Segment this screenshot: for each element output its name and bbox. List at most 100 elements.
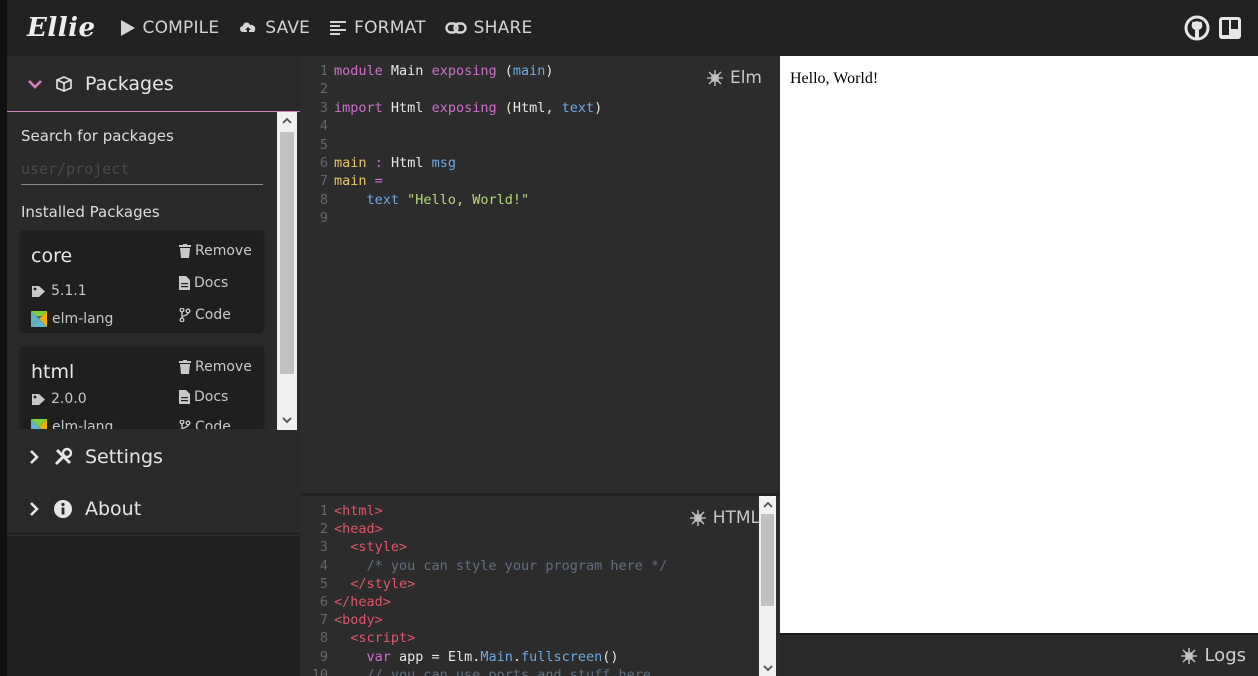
code-line: 2 <head>: [319, 521, 383, 538]
logs-label-text: Logs: [1204, 645, 1246, 666]
settings-section-header[interactable]: Settings: [7, 432, 300, 482]
docs-label: Docs: [194, 389, 229, 405]
docs-link[interactable]: Docs: [179, 275, 228, 291]
package-card-core: core 5.1.1 elm-lang Remove Docs Code: [21, 231, 263, 331]
remove-label: Remove: [195, 359, 252, 375]
code-line: 6 </head>: [319, 593, 391, 610]
scrollbar-thumb[interactable]: [280, 132, 294, 374]
remove-label: Remove: [195, 243, 252, 259]
docs-link[interactable]: Docs: [179, 389, 228, 405]
code-line: 6 main : Html msg: [319, 154, 456, 171]
settings-title: Settings: [85, 446, 163, 468]
package-author-text: elm-lang: [52, 419, 114, 429]
code-line: 4 /* you can style your program here */: [319, 557, 668, 574]
align-left-icon: [330, 21, 347, 35]
top-toolbar: Ellie COMPILE SAVE FORMAT SHARE: [0, 0, 1258, 56]
code-line: 3 import Html exposing (Html, text): [319, 99, 603, 116]
code-label: Code: [195, 419, 231, 429]
header-right-icons: [1184, 0, 1242, 56]
share-label: SHARE: [473, 18, 533, 38]
html-editor-scrollbar[interactable]: [759, 496, 776, 676]
code-branch-icon: [179, 308, 191, 322]
package-author: elm-lang: [31, 311, 113, 327]
ellie-logo[interactable]: Ellie: [27, 13, 96, 43]
packages-title: Packages: [85, 72, 174, 95]
packages-panel: Search for packages Installed Packages c…: [7, 113, 300, 429]
about-section-header[interactable]: About: [7, 484, 300, 534]
code-line: 4: [319, 118, 328, 135]
elm-code-lines: 1 module Main exposing (main) 2 3 import H…: [300, 62, 602, 228]
remove-package-button[interactable]: Remove: [179, 243, 252, 259]
code-line: 5: [319, 136, 328, 153]
elm-code-editor[interactable]: 1 module Main exposing (main) 2 3 import H…: [300, 56, 780, 493]
scrollbar-thumb[interactable]: [761, 514, 774, 606]
scroll-up-arrow-icon[interactable]: [759, 496, 776, 512]
trash-icon: [179, 360, 191, 374]
share-button[interactable]: SHARE: [444, 18, 533, 38]
html-label-text: HTML: [712, 508, 760, 528]
code-line: 5 </style>: [319, 575, 416, 592]
elm-editor-label: Elm: [706, 68, 762, 88]
package-card-html: html 2.0.0 elm-lang Remove Docs Code: [21, 347, 263, 429]
elm-tangram-icon: [706, 70, 723, 86]
chevron-right-icon: [30, 501, 39, 516]
remove-package-button[interactable]: Remove: [179, 359, 252, 375]
package-author-text: elm-lang: [52, 311, 114, 327]
code-line: 2: [319, 81, 328, 98]
tag-icon: [32, 285, 45, 297]
save-button[interactable]: SAVE: [238, 18, 310, 38]
scroll-down-arrow-icon[interactable]: [277, 412, 297, 428]
compile-label: COMPILE: [142, 18, 220, 38]
about-title: About: [85, 497, 142, 520]
scroll-down-arrow-icon[interactable]: [759, 660, 776, 676]
output-text: Hello, World!: [790, 70, 879, 87]
trello-icon[interactable]: [1218, 16, 1242, 40]
packages-section-header[interactable]: Packages: [7, 56, 300, 112]
elm-logo-icon: [31, 311, 47, 327]
tag-icon: [32, 393, 45, 405]
github-icon[interactable]: [1184, 15, 1210, 41]
output-preview[interactable]: Hello, World!: [780, 56, 1258, 633]
code-link[interactable]: Code: [179, 419, 231, 429]
code-label: Code: [195, 307, 231, 323]
package-icon: [56, 75, 72, 92]
tools-icon: [54, 447, 73, 466]
elm-label-text: Elm: [729, 68, 762, 88]
code-line: 7 <body>: [319, 612, 383, 629]
chevron-down-icon: [28, 79, 42, 89]
play-icon: [120, 20, 135, 36]
document-icon: [179, 276, 190, 290]
html-editor-label: HTML: [689, 508, 760, 528]
code-line: 9: [319, 210, 328, 227]
cloud-upload-icon: [240, 22, 256, 35]
info-icon: [54, 499, 72, 518]
chevron-right-icon: [30, 450, 39, 464]
installed-packages-label: Installed Packages: [21, 203, 160, 221]
sidebar-empty-area: [0, 536, 300, 676]
logs-button[interactable]: Logs: [1180, 645, 1246, 666]
code-line: 10 // you can use ports and stuff here: [311, 666, 651, 676]
package-name: core: [31, 245, 73, 267]
code-link[interactable]: Code: [179, 307, 231, 323]
trash-icon: [179, 244, 191, 258]
elm-tangram-icon: [1181, 647, 1198, 664]
logs-bar: Logs: [780, 633, 1258, 676]
compile-button[interactable]: COMPILE: [120, 18, 220, 38]
format-button[interactable]: FORMAT: [329, 18, 426, 38]
search-label: Search for packages: [21, 127, 174, 145]
packages-scrollbar[interactable]: [277, 112, 297, 430]
code-line: 8 text "Hello, World!": [319, 191, 530, 208]
scroll-up-arrow-icon[interactable]: [277, 112, 297, 128]
save-label: SAVE: [265, 18, 311, 38]
package-author: elm-lang: [31, 419, 113, 429]
package-name: html: [31, 361, 75, 383]
code-branch-icon: [179, 420, 191, 429]
html-code-editor[interactable]: 1 <html> 2 <head> 3 <style> 4 /* you can s…: [300, 493, 780, 676]
package-version-text: 5.1.1: [51, 283, 87, 299]
docs-label: Docs: [194, 275, 229, 291]
link-icon: [444, 22, 467, 34]
code-line: 3 <style>: [319, 539, 408, 556]
html-code-lines: 1 <html> 2 <head> 3 <style> 4 /* you can s…: [300, 502, 668, 676]
package-search-input[interactable]: [21, 153, 263, 185]
format-label: FORMAT: [354, 18, 426, 38]
